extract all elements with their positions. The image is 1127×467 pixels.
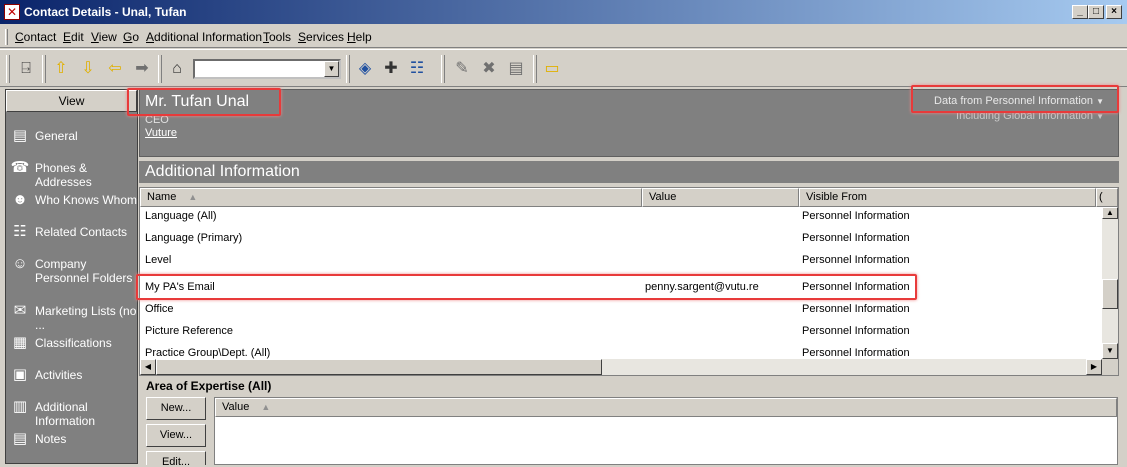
window-title: Contact Details - Unal, Tufan <box>24 5 187 19</box>
arrow-up-icon[interactable]: ⇧ <box>49 57 73 81</box>
menu-go[interactable]: Go <box>123 30 139 44</box>
view-sidebar: View ▤ General ☎ Phones & Addresses ☻ Wh… <box>5 89 138 464</box>
scroll-up-icon[interactable]: ▲ <box>1102 207 1118 219</box>
arrow-right-icon[interactable]: ➡ <box>130 57 154 81</box>
horizontal-scrollbar[interactable]: ◀ ▶ <box>140 359 1102 375</box>
notes-icon: ▤ <box>12 430 28 447</box>
column-header-visible-from[interactable]: Visible From <box>799 188 1096 207</box>
new-button[interactable]: New... <box>146 397 206 420</box>
table-row[interactable]: Language (All) Personnel Information <box>140 207 1102 229</box>
phones-icon: ☎ <box>10 159 30 176</box>
maximize-button[interactable]: □ <box>1088 5 1104 19</box>
menu-contact[interactable]: Contact <box>15 30 56 44</box>
menu-bar: Contact Edit View Go Additional Informat… <box>0 26 1127 48</box>
expertise-column-value[interactable]: Value ▲ <box>215 398 1117 417</box>
contact-company-link[interactable]: Vuture <box>145 127 177 139</box>
vertical-scrollbar[interactable]: ▲ ▼ <box>1102 207 1118 359</box>
menu-help[interactable]: Help <box>347 30 372 44</box>
exit-door-icon[interactable]: ⍈ <box>14 57 38 81</box>
view-header[interactable]: View <box>6 90 137 112</box>
highlight-pa-email-row <box>136 274 917 300</box>
menu-grip[interactable] <box>5 29 8 45</box>
sidebar-item-classifications[interactable]: ▦ Classifications <box>6 333 137 355</box>
toolbar-separator <box>441 55 445 83</box>
toolbar-separator <box>346 55 350 83</box>
menu-edit[interactable]: Edit <box>63 30 84 44</box>
sidebar-item-marketing-lists[interactable]: ✉ Marketing Lists (no ... <box>6 301 137 332</box>
title-bar[interactable]: ✕ Contact Details - Unal, Tufan _ □ × <box>0 0 1127 24</box>
scroll-down-icon[interactable]: ▼ <box>1102 343 1118 359</box>
table-row[interactable]: Practice Group\Dept. (All) Personnel Inf… <box>140 344 1102 359</box>
activities-icon: ▣ <box>12 366 28 383</box>
table-row[interactable]: Picture Reference Personnel Information <box>140 322 1102 344</box>
sidebar-item-company-personnel-folders[interactable]: ☺ Company Personnel Folders <box>6 254 137 288</box>
menu-view[interactable]: View <box>91 30 117 44</box>
related-icon: ☷ <box>13 223 27 240</box>
sidebar-item-related-contacts[interactable]: ☷ Related Contacts <box>6 222 137 244</box>
sidebar-item-activities[interactable]: ▣ Activities <box>6 365 137 387</box>
table-row[interactable]: Language (Primary) Personnel Information <box>140 229 1102 251</box>
toolbar-separator <box>533 55 537 83</box>
toolbar-separator <box>158 55 162 83</box>
column-header-value[interactable]: Value <box>642 188 799 207</box>
home-icon[interactable]: ⌂ <box>165 57 189 81</box>
menu-additional-information[interactable]: Additional Information <box>146 30 262 44</box>
table-row[interactable]: Office Personnel Information <box>140 300 1102 322</box>
who-knows-icon: ☻ <box>12 191 28 208</box>
scroll-left-icon[interactable]: ◀ <box>140 359 156 375</box>
expertise-title: Area of Expertise (All) <box>146 379 272 393</box>
chevron-down-icon: ▼ <box>1096 112 1104 121</box>
link-diamond-icon[interactable]: ◈ <box>353 57 377 81</box>
general-icon: ▤ <box>12 127 28 144</box>
folder-icon[interactable]: ▭ <box>540 57 564 81</box>
edit-button-clip: Edit... <box>146 451 206 465</box>
menu-tools[interactable]: Tools <box>263 30 291 44</box>
app-icon[interactable]: ✕ <box>4 4 20 20</box>
section-title: Additional Information <box>139 161 1119 183</box>
classifications-icon: ▦ <box>12 334 28 351</box>
arrow-down-icon[interactable]: ⇩ <box>76 57 100 81</box>
scroll-corner <box>1102 359 1118 375</box>
table-row[interactable]: Level Personnel Information <box>140 251 1102 273</box>
marketing-icon: ✉ <box>13 302 27 319</box>
highlight-contact-name <box>127 88 281 116</box>
horizontal-scroll-thumb[interactable] <box>156 359 602 375</box>
sort-asc-icon: ▲ <box>188 192 198 202</box>
personnel-icon: ☺ <box>12 255 28 272</box>
sidebar-item-phones-addresses[interactable]: ☎ Phones & Addresses <box>6 158 137 189</box>
sidebar-item-who-knows-whom[interactable]: ☻ Who Knows Whom <box>6 190 137 212</box>
location-combo[interactable]: ▼ <box>193 59 341 79</box>
toolbar: ⍈ ⇧ ⇩ ⇦ ➡ ⌂ ▼ ◈ ✚ ☷ ✎ ✖ ▤ ▭ <box>0 49 1127 87</box>
chevron-down-icon[interactable]: ▼ <box>324 61 339 77</box>
column-header-name[interactable]: Name ▲ <box>140 188 642 207</box>
scroll-thumb[interactable] <box>1102 279 1118 309</box>
sort-asc-icon: ▲ <box>261 402 271 412</box>
highlight-data-source <box>911 85 1119 113</box>
sidebar-item-additional-information[interactable]: ▥ Additional Information <box>6 397 137 428</box>
column-header-extra[interactable]: ( <box>1096 188 1118 207</box>
who-knows-icon[interactable]: ☷ <box>405 57 429 81</box>
sidebar-item-general[interactable]: ▤ General <box>6 126 137 148</box>
delete-icon[interactable]: ✖ <box>477 57 501 81</box>
expertise-list: Value ▲ <box>214 397 1118 465</box>
new-item-icon[interactable]: ✚ <box>379 57 403 81</box>
toolbar-separator <box>42 55 46 83</box>
scroll-right-icon[interactable]: ▶ <box>1086 359 1102 375</box>
view-button[interactable]: View... <box>146 424 206 447</box>
menu-services[interactable]: Services <box>298 30 344 44</box>
vcard-icon[interactable]: ▤ <box>504 57 528 81</box>
edit-button[interactable]: Edit... <box>146 451 206 465</box>
additional-icon: ▥ <box>12 398 28 415</box>
toolbar-grip[interactable] <box>6 55 10 83</box>
edit-pencil-icon[interactable]: ✎ <box>450 57 474 81</box>
minimize-button[interactable]: _ <box>1072 5 1088 19</box>
arrow-left-icon[interactable]: ⇦ <box>103 57 127 81</box>
close-button[interactable]: × <box>1106 5 1122 19</box>
sidebar-item-notes[interactable]: ▤ Notes <box>6 429 137 451</box>
